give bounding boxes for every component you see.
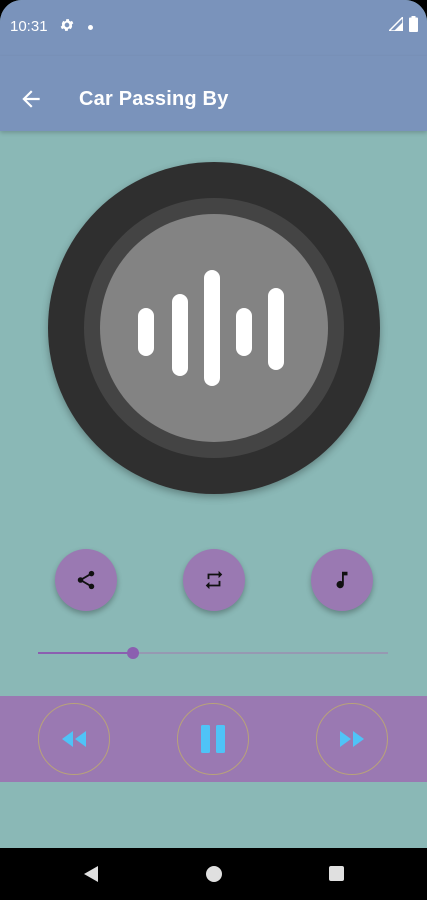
screen: 10:31 Car Passing By	[0, 0, 427, 900]
arrow-left-icon[interactable]	[18, 86, 44, 112]
nav-recents-icon[interactable]	[329, 866, 344, 881]
pause-button[interactable]	[177, 703, 249, 775]
waveform-icon	[138, 270, 284, 386]
gear-icon	[60, 19, 74, 31]
signal-icon	[389, 17, 403, 31]
dot-icon	[88, 25, 93, 30]
app-bar: Car Passing By	[0, 56, 427, 131]
share-button[interactable]	[55, 549, 117, 611]
controls-bar	[0, 696, 427, 782]
rewind-icon	[62, 731, 86, 747]
repeat-button[interactable]	[183, 549, 245, 611]
seek-progress	[38, 652, 133, 654]
status-time: 10:31	[10, 18, 48, 35]
fast-forward-button[interactable]	[316, 703, 388, 775]
rewind-button[interactable]	[38, 703, 110, 775]
fast-forward-icon	[340, 731, 364, 747]
battery-icon	[409, 16, 418, 32]
repeat-icon	[205, 570, 223, 590]
pause-icon	[201, 725, 225, 753]
seek-thumb[interactable]	[127, 647, 139, 659]
page-title: Car Passing By	[79, 88, 229, 110]
system-nav-bar	[0, 848, 427, 900]
music-note-icon	[336, 571, 348, 589]
status-bar: 10:31	[0, 0, 427, 56]
nav-back-icon[interactable]	[82, 865, 100, 883]
nav-home-icon[interactable]	[206, 866, 222, 882]
music-button[interactable]	[311, 549, 373, 611]
share-icon	[77, 570, 95, 590]
